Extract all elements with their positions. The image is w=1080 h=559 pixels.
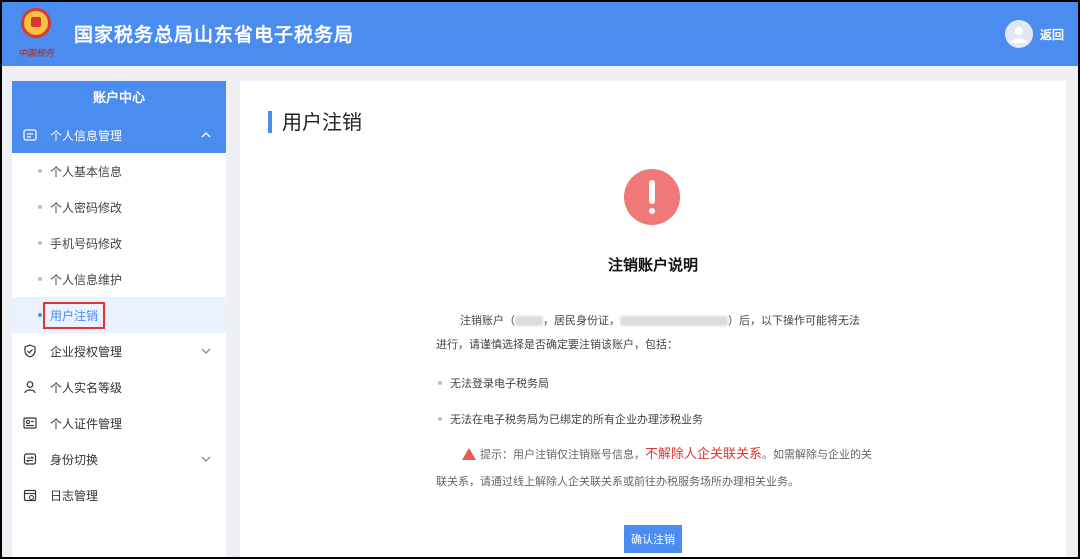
menu-realname-level[interactable]: 个人实名等级 [12, 369, 226, 405]
menu-label: 个人证件管理 [50, 416, 123, 431]
bullet-dot [38, 313, 42, 317]
menu-label: 企业授权管理 [50, 344, 123, 359]
bullet-text: 无法在电子税务局为已绑定的所有企业办理涉税业务 [450, 413, 703, 426]
sub-item-label: 用户注销 [43, 301, 106, 329]
chevron-down-icon [201, 348, 211, 354]
calendar-clock-icon [22, 487, 38, 503]
chevron-down-icon [201, 456, 211, 462]
sub-item-label: 个人密码修改 [50, 200, 123, 215]
user-avatar[interactable] [1005, 20, 1033, 48]
bullet-dot [438, 381, 442, 385]
sub-item-deregister[interactable]: 用户注销 [12, 297, 226, 333]
bullet-dot [38, 241, 42, 245]
chevron-up-icon [201, 132, 211, 138]
sub-item-label: 个人信息维护 [50, 272, 123, 287]
menu-enterprise-auth[interactable]: 企业授权管理 [12, 333, 226, 369]
id-card-icon [22, 127, 38, 143]
tip-emphasis: 不解除人企关联关系 [645, 447, 763, 462]
redacted-id-number [620, 316, 728, 326]
para-text-1: 注销账户（ [460, 314, 515, 327]
sub-item-label: 个人基本信息 [50, 164, 123, 179]
menu-label: 个人实名等级 [50, 380, 123, 395]
bullet-dot [38, 277, 42, 281]
back-link[interactable]: 返回 [1040, 26, 1064, 43]
tip-text: 提示：用户注销仅注销账号信息，不解除人企关联关系。如需解除与企业的关联关系，请通… [436, 441, 872, 495]
tax-emblem-logo: 中国税务 [14, 8, 58, 60]
redacted-name [515, 316, 543, 326]
bullet-text: 无法登录电子税务局 [450, 377, 549, 390]
top-bar: 中国税务 国家税务总局山东省电子税务局 返回 [2, 2, 1078, 66]
notice-bullet: 无法登录电子税务局 [438, 375, 549, 391]
app-title: 国家税务总局山东省电子税务局 [74, 24, 355, 46]
bullet-dot [38, 205, 42, 209]
logo-text: 中国税务 [17, 49, 54, 59]
sub-item-label: 手机号码修改 [50, 236, 123, 251]
switch-icon [22, 451, 38, 467]
certificate-icon [22, 415, 38, 431]
user-icon [1011, 27, 1027, 43]
menu-identity-switch[interactable]: 身份切换 [12, 441, 226, 477]
sub-item-password[interactable]: 个人密码修改 [12, 189, 226, 225]
app-frame: 中国税务 国家税务总局山东省电子税务局 返回 账户中心 个人信息管理 个人基本信… [2, 2, 1078, 557]
exclamation-icon [624, 169, 680, 225]
menu-label: 身份切换 [50, 452, 99, 467]
shield-check-icon [22, 343, 38, 359]
menu-label: 日志管理 [50, 488, 99, 503]
bullet-dot [38, 169, 42, 173]
menu-log[interactable]: 日志管理 [12, 477, 226, 513]
menu-label: 个人信息管理 [50, 128, 123, 143]
sidebar-header: 账户中心 [12, 81, 226, 117]
tip-prefix: 提示：用户注销仅注销账号信息， [480, 448, 645, 461]
notice-bullet: 无法在电子税务局为已绑定的所有企业办理涉税业务 [438, 411, 703, 427]
sub-item-info-maintain[interactable]: 个人信息维护 [12, 261, 226, 297]
sub-item-phone[interactable]: 手机号码修改 [12, 225, 226, 261]
notice-paragraph: 注销账户（ ，居民身份证， ）后，以下操作可能将无法进行，请谨慎选择是否确定要注销该… [436, 309, 868, 357]
emblem-icon [21, 8, 51, 38]
menu-certificates[interactable]: 个人证件管理 [12, 405, 226, 441]
notice-title: 注销账户说明 [607, 256, 698, 274]
sub-item-basic-info[interactable]: 个人基本信息 [12, 153, 226, 189]
user-icon [22, 379, 38, 395]
para-text-2: ，居民身份证， [543, 314, 620, 327]
page-title: 用户注销 [268, 111, 362, 133]
menu-personal-info[interactable]: 个人信息管理 [12, 117, 226, 153]
bullet-dot [438, 417, 442, 421]
confirm-deregister-button[interactable]: 确认注销 [624, 525, 682, 553]
sidebar: 账户中心 个人信息管理 个人基本信息 个人密码修改 手机号码修改 个人信息维护 … [12, 81, 226, 557]
warning-triangle-icon [462, 448, 476, 460]
main-content: 用户注销 注销账户说明 注销账户（ ，居民身份证， ）后，以下操作可能将无法进行，请… [240, 81, 1066, 557]
